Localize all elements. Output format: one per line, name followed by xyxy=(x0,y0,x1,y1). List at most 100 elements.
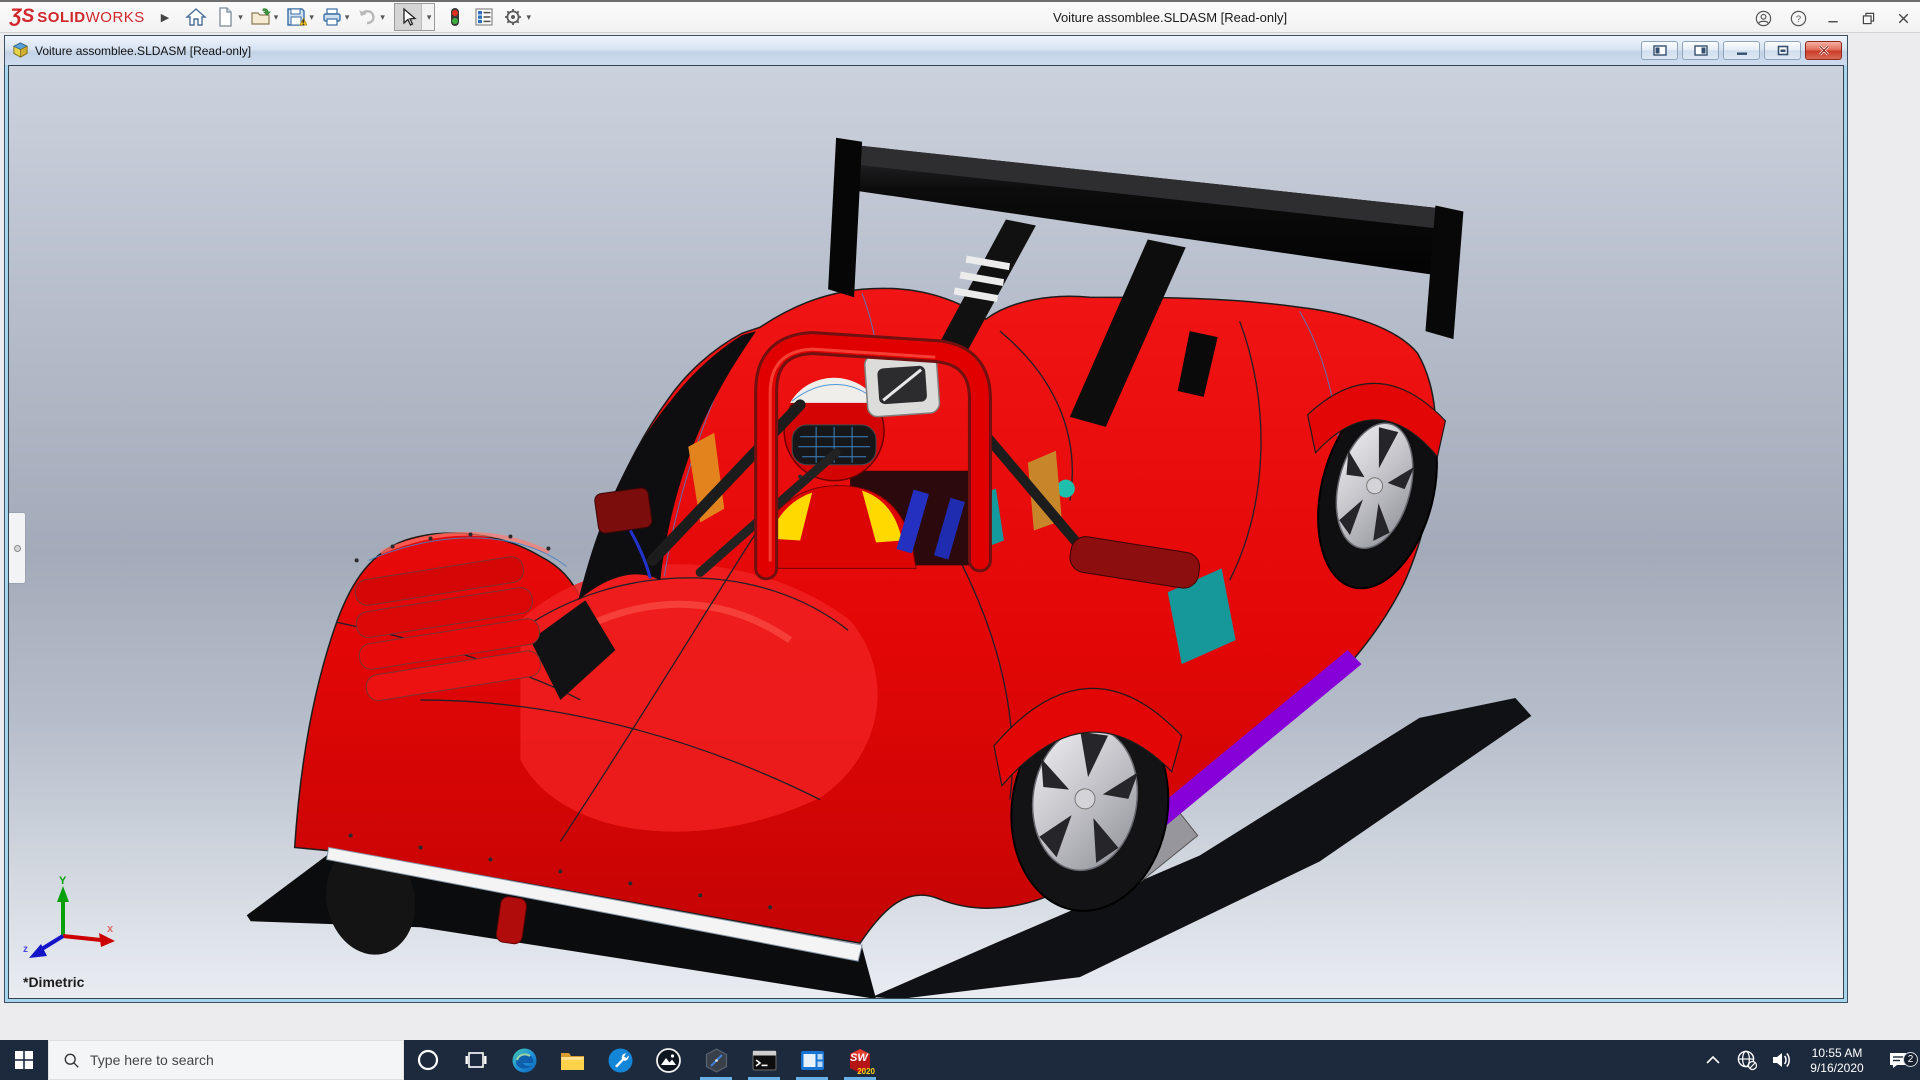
gear-icon xyxy=(502,6,524,28)
system-tray: 10:55 AM 9/16/2020 2 xyxy=(1696,1040,1920,1080)
start-button[interactable] xyxy=(0,1040,48,1080)
document-titlebar[interactable]: Voiture assomblee.SLDASM [Read-only] xyxy=(5,36,1847,65)
logo-works: WORKS xyxy=(86,9,145,26)
undo-button[interactable]: ▾ xyxy=(354,4,387,30)
globe-offline-icon xyxy=(1736,1049,1758,1071)
doc-close-button[interactable] xyxy=(1805,41,1842,60)
task-view-button[interactable] xyxy=(452,1040,500,1080)
dropdown-caret[interactable]: ▾ xyxy=(427,12,432,23)
close-icon[interactable] xyxy=(1895,10,1912,27)
cortana-button[interactable] xyxy=(404,1040,452,1080)
print-icon xyxy=(321,6,343,28)
app-titlebar: ƷS SOLID WORKS ▶ ▾ ▾ ▾ ▾ ▾ ▾ xyxy=(0,0,1920,33)
taskbar-app-file-explorer[interactable] xyxy=(548,1040,596,1080)
search-input[interactable] xyxy=(90,1052,370,1068)
dropdown-caret[interactable]: ▾ xyxy=(526,12,531,23)
tray-chevron-button[interactable] xyxy=(1696,1055,1730,1065)
speaker-icon xyxy=(1770,1049,1792,1071)
tray-network-button[interactable] xyxy=(1730,1049,1764,1071)
document-title: Voiture assomblee.SLDASM [Read-only] xyxy=(35,44,251,58)
open-icon xyxy=(250,6,272,28)
search-icon xyxy=(63,1052,80,1069)
svg-text:?: ? xyxy=(1796,14,1801,24)
solidworks-year: 2020 xyxy=(857,1067,875,1076)
account-icon[interactable] xyxy=(1755,10,1772,27)
view-orientation-label: *Dimetric xyxy=(23,974,84,990)
dropdown-caret[interactable]: ▾ xyxy=(345,12,350,23)
command-prompt-icon xyxy=(751,1047,778,1074)
clock-time: 10:55 AM xyxy=(1798,1046,1876,1061)
pane-right-button[interactable] xyxy=(1682,41,1719,60)
minimize-icon[interactable] xyxy=(1825,10,1842,27)
select-cursor-icon xyxy=(398,7,418,27)
dropdown-caret[interactable]: ▾ xyxy=(309,12,314,23)
save-icon xyxy=(285,6,307,28)
3d-model-voiture[interactable] xyxy=(9,66,1843,998)
menu-flyout-arrow[interactable]: ▶ xyxy=(161,11,169,24)
triad-y-label: Y xyxy=(59,875,67,887)
task-view-icon xyxy=(465,1049,487,1071)
rebuild-traffic-light-icon xyxy=(444,6,466,28)
action-center-button[interactable]: 2 xyxy=(1876,1049,1920,1071)
file-properties-icon xyxy=(473,6,495,28)
restore-icon[interactable] xyxy=(1860,10,1877,27)
quick-toolbar: ▾ ▾ ▾ ▾ ▾ ▾ ▾ xyxy=(183,3,533,31)
photos-icon xyxy=(655,1047,682,1074)
file-explorer-icon xyxy=(559,1047,586,1074)
help-icon[interactable]: ? xyxy=(1790,10,1807,27)
doc-minimize-button[interactable] xyxy=(1723,41,1760,60)
dropdown-caret[interactable]: ▾ xyxy=(274,12,279,23)
home-icon xyxy=(185,6,207,28)
media-app-icon xyxy=(799,1047,826,1074)
new-document-icon xyxy=(214,6,236,28)
utility-hexagon-icon xyxy=(703,1047,730,1074)
taskbar-app-utility[interactable] xyxy=(692,1040,740,1080)
tray-volume-button[interactable] xyxy=(1764,1049,1798,1071)
document-window-controls xyxy=(1641,41,1842,60)
pane-left-button[interactable] xyxy=(1641,41,1678,60)
taskbar-app-microsoft-edge[interactable] xyxy=(500,1040,548,1080)
options-button[interactable]: ▾ xyxy=(500,4,533,30)
document-window: Voiture assomblee.SLDASM [Read-only] xyxy=(4,35,1848,1003)
triad-x-label: x xyxy=(107,923,114,935)
orientation-triad: Y x z xyxy=(21,874,121,966)
taskbar-app-command-prompt[interactable] xyxy=(740,1040,788,1080)
doc-restore-button[interactable] xyxy=(1764,41,1801,60)
windows-logo-icon xyxy=(15,1051,33,1069)
taskbar-app-admin-tool[interactable] xyxy=(596,1040,644,1080)
new-document-button[interactable]: ▾ xyxy=(212,4,245,30)
splitter-dot-icon xyxy=(14,545,21,552)
assembly-icon xyxy=(12,42,29,59)
file-properties-button[interactable] xyxy=(471,4,497,30)
chevron-up-icon xyxy=(1706,1055,1720,1065)
dropdown-caret[interactable]: ▾ xyxy=(380,12,385,23)
windows-taskbar: SW 2020 10:55 AM 9/16/2020 xyxy=(0,1040,1920,1080)
microsoft-edge-icon xyxy=(511,1047,538,1074)
open-button[interactable]: ▾ xyxy=(248,4,281,30)
save-button[interactable]: ▾ xyxy=(283,4,316,30)
cortana-icon xyxy=(416,1048,440,1072)
graphics-viewport[interactable]: Y x z *Dimetric xyxy=(8,65,1844,999)
taskbar-app-media[interactable] xyxy=(788,1040,836,1080)
rebuild-button[interactable] xyxy=(442,4,468,30)
solidworks-2020-icon: SW 2020 xyxy=(846,1046,874,1074)
clock-date: 9/16/2020 xyxy=(1798,1061,1876,1076)
logo-solid: SOLID xyxy=(37,9,85,26)
select-tool-button[interactable]: ▾ xyxy=(394,3,436,31)
taskbar-app-photos[interactable] xyxy=(644,1040,692,1080)
print-button[interactable]: ▾ xyxy=(319,4,352,30)
solidworks-logo: ƷS SOLID WORKS xyxy=(10,6,145,28)
home-button[interactable] xyxy=(183,4,209,30)
triad-z-label: z xyxy=(23,944,28,955)
wrench-icon xyxy=(607,1047,634,1074)
undo-icon xyxy=(356,6,378,28)
notification-badge: 2 xyxy=(1903,1052,1918,1067)
logo-mark: ƷS xyxy=(10,6,34,28)
featuremanager-splitter-tab[interactable] xyxy=(9,512,26,584)
dropdown-caret[interactable]: ▾ xyxy=(238,12,243,23)
solidworks-mark: SW xyxy=(850,1052,868,1064)
app-window-controls: ? xyxy=(1755,2,1912,35)
taskbar-clock[interactable]: 10:55 AM 9/16/2020 xyxy=(1798,1045,1876,1076)
taskbar-search[interactable] xyxy=(48,1040,404,1080)
taskbar-app-solidworks[interactable]: SW 2020 xyxy=(836,1040,884,1080)
